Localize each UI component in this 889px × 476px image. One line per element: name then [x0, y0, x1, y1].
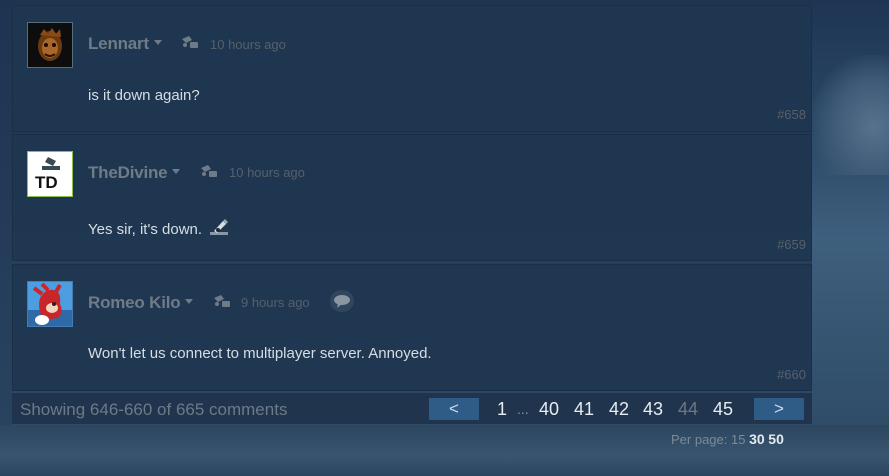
emoticon-icon: [210, 219, 229, 235]
comment: Romeo Kilo 9 hours ago Won't let us conn…: [12, 264, 812, 391]
author-name[interactable]: Lennart: [88, 34, 162, 54]
comment: Lennart 10 hours ago is it down again? #…: [12, 5, 812, 132]
prev-page-button[interactable]: <: [429, 398, 479, 420]
comment-text: Won't let us connect to multiplayer serv…: [88, 345, 432, 362]
author-link[interactable]: Romeo Kilo: [88, 293, 181, 312]
page-link-41[interactable]: 41: [574, 399, 594, 420]
per-page-15[interactable]: 15: [731, 432, 745, 447]
avatar[interactable]: [27, 281, 73, 327]
per-page-selector: Per page: 15 30 50: [671, 431, 784, 447]
comment-timestamp: 10 hours ago: [210, 37, 286, 52]
page-link-45[interactable]: 45: [713, 399, 733, 420]
comment-timestamp: 9 hours ago: [241, 295, 310, 310]
page-link-43[interactable]: 43: [643, 399, 663, 420]
comment-number[interactable]: #659: [777, 237, 806, 252]
avatar[interactable]: [27, 22, 73, 68]
per-page-30[interactable]: 30: [749, 431, 765, 447]
comment-text-body: Yes sir, it's down.: [88, 221, 203, 238]
author-name[interactable]: TheDivine: [88, 163, 181, 183]
comment-count-summary: Showing 646-660 of 665 comments: [20, 400, 288, 419]
author-name[interactable]: Romeo Kilo: [88, 293, 194, 313]
game-owner-icon: [214, 295, 230, 307]
page-current-44: 44: [678, 399, 699, 419]
chevron-down-icon[interactable]: [153, 40, 162, 46]
avatar-text: TD: [35, 173, 58, 192]
comment-text: is it down again?: [88, 87, 200, 104]
per-page-50[interactable]: 50: [768, 431, 784, 447]
comment-text: Yes sir, it's down.: [88, 217, 230, 238]
comment: TD TheDivine 10 hours ago Yes sir, it's …: [12, 134, 812, 261]
comment-number[interactable]: #658: [777, 107, 806, 122]
avatar[interactable]: TD: [27, 151, 73, 197]
background-hill: [812, 55, 889, 175]
page-link-42[interactable]: 42: [609, 399, 629, 420]
page-ellipsis: ...: [517, 401, 529, 417]
pagination-bar: Showing 646-660 of 665 comments < 1 ... …: [12, 393, 812, 424]
chevron-down-icon[interactable]: [185, 299, 194, 305]
comment-number[interactable]: #660: [777, 367, 806, 382]
page-link-40[interactable]: 40: [539, 399, 559, 420]
avatar-image-icon: TD: [28, 152, 72, 196]
chat-bubble-shape-icon: [334, 295, 350, 308]
author-link[interactable]: Lennart: [88, 34, 149, 53]
chat-bubble-icon[interactable]: [330, 290, 354, 312]
comment-timestamp: 10 hours ago: [229, 165, 305, 180]
next-page-button[interactable]: >: [754, 398, 804, 420]
chevron-down-icon[interactable]: [172, 169, 181, 175]
background-left: [0, 0, 12, 476]
page-link-1[interactable]: 1: [497, 399, 507, 420]
avatar-image-icon: [28, 23, 72, 67]
game-owner-icon: [182, 36, 198, 48]
game-owner-icon: [201, 165, 217, 177]
author-link[interactable]: TheDivine: [88, 163, 168, 182]
avatar-image-icon: [28, 282, 72, 326]
per-page-label: Per page:: [671, 432, 728, 447]
